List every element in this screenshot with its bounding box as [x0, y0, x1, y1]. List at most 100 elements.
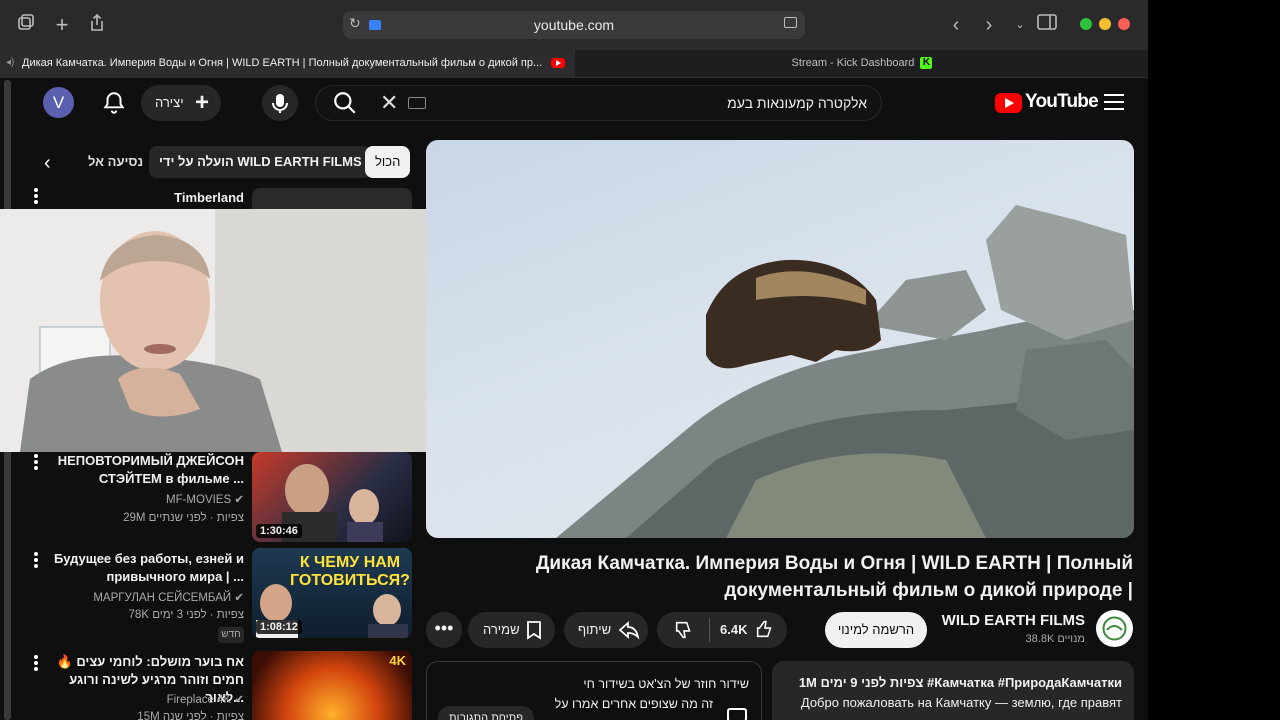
save-label: שמירה [483, 622, 520, 637]
channel-name: MF-MOVIES [165, 494, 232, 506]
share-icon[interactable] [85, 13, 109, 37]
verified-icon: ✔ [234, 494, 244, 506]
kick-favicon-icon: K [920, 57, 933, 70]
streamer-webcam-image [0, 209, 431, 452]
like-dislike-group: 6.4K [657, 612, 787, 648]
channel-name: Fireplace 4K [166, 694, 232, 706]
new-tab-icon[interactable]: + [50, 13, 74, 37]
video-duration: 1:08:12 [256, 620, 302, 634]
tab-kick-label: Stream - Kick Dashboard [791, 57, 915, 69]
chips-scroll-left-icon[interactable]: ‹ [44, 152, 51, 175]
search-input[interactable]: אלקטרה קמעונאות בעמ [727, 95, 867, 111]
browser-toolbar: + ↻ youtube.com ‹ › ⌄ [0, 0, 1148, 50]
create-button[interactable]: יצירה + [141, 85, 221, 121]
chip-travel[interactable]: נסיעה אל [78, 146, 153, 178]
tab-kick[interactable]: Stream - Kick Dashboard K [576, 50, 1148, 78]
thumbnail-text: 4K [389, 653, 406, 668]
like-icon[interactable] [754, 618, 776, 640]
url-text: youtube.com [533, 17, 615, 33]
recommendation-item[interactable]: К ЧЕМУ НАМ ГОТОВИТЬСЯ? 1:08:12 Будущее б… [20, 548, 412, 643]
youtube-logo-text: YouTube [1025, 91, 1099, 112]
recommendation-channel[interactable]: MF-MOVIES ✔ [44, 492, 244, 506]
search-box[interactable]: ✕ אלקטרה קמעונאות בעמ [315, 85, 882, 121]
youtube-favicon-icon [551, 58, 566, 69]
search-icon[interactable] [332, 90, 358, 116]
microphone-icon [272, 94, 288, 113]
account-avatar[interactable]: V [43, 87, 74, 118]
minimize-button[interactable] [1099, 18, 1111, 30]
address-bar[interactable]: ↻ youtube.com [343, 11, 805, 39]
description-box[interactable]: 1M צפיות לפני 9 ימים #Камчатка #ПриродаК… [772, 661, 1134, 720]
plus-icon: + [194, 89, 209, 116]
channel-name: МАРГУЛАН СЕЙСЕМБАЙ [93, 592, 232, 604]
tab-bar: ◂) Дикая Камчатка. Империя Воды и Огня |… [0, 50, 1148, 78]
chevron-down-icon[interactable]: ⌄ [1008, 13, 1032, 37]
browser-window: + ↻ youtube.com ‹ › ⌄ ◂) Дикая Камчатка.… [0, 0, 1148, 720]
forward-icon[interactable]: › [977, 13, 1001, 37]
recommendation-item[interactable]: 1:30:46 НЕПОВТОРИМЫЙ ДЖЕЙСОН СТЭЙТЕМ в ф… [20, 452, 412, 542]
more-options-icon[interactable] [34, 552, 40, 570]
webcam-overlay [0, 209, 431, 452]
keyboard-icon[interactable] [408, 97, 426, 109]
notifications-bell-icon[interactable] [101, 90, 127, 116]
back-icon[interactable]: ‹ [944, 13, 968, 37]
description-text: Добро пожаловать на Камчатку — землю, гд… [800, 695, 1122, 710]
channel-name[interactable]: WILD EARTH FILMS [940, 612, 1085, 629]
recommendation-channel[interactable]: Fireplace 4K ✔ [44, 692, 244, 706]
more-actions-icon[interactable]: ••• [426, 612, 462, 648]
recommendation-title[interactable]: Будущее без работы, езней и привычного м… [44, 550, 244, 586]
recommendation-meta: 15M צפיות · לפני שנה [137, 711, 244, 720]
like-count[interactable]: 6.4K [720, 612, 747, 648]
save-button[interactable]: שמירה [468, 612, 555, 648]
video-thumbnail[interactable]: К ЧЕМУ НАМ ГОТОВИТЬСЯ? 1:08:12 [252, 548, 412, 638]
share-label: שיתוף [578, 622, 612, 637]
channel-avatar[interactable] [1096, 610, 1133, 647]
new-badge: חדש [218, 627, 244, 643]
verified-icon: ✔ [234, 592, 244, 604]
subscribe-button[interactable]: הרשמה למינוי [825, 612, 927, 648]
chat-title: שידור חוזר של הצ'אט בשידור חי [583, 677, 749, 691]
bookmark-icon [527, 621, 541, 640]
youtube-play-icon [995, 93, 1022, 113]
more-options-icon[interactable] [34, 188, 40, 206]
open-chat-button[interactable]: פתיחת התגובות [438, 706, 534, 720]
chip-uploaded-by[interactable]: הועלה על ידי WILD EARTH FILMS [149, 146, 372, 178]
video-frame [556, 205, 1134, 538]
speaker-icon[interactable]: ◂) [6, 50, 14, 76]
sidebar-toggle-icon[interactable] [1035, 13, 1059, 37]
desktop-background [1148, 0, 1280, 720]
tab-youtube[interactable]: ◂) Дикая Камчатка. Империя Воды и Огня |… [0, 50, 575, 78]
verified-icon: ✔ [234, 694, 244, 706]
share-button[interactable]: שיתוף [564, 612, 648, 648]
reader-icon[interactable] [784, 17, 797, 28]
chat-icon [727, 708, 747, 720]
video-thumbnail[interactable]: 4K [252, 651, 412, 720]
video-title: Дикая Камчатка. Империя Воды и Огня | WI… [535, 553, 1133, 601]
recommendation-meta: 78K צפיות · לפני 3 ימים [128, 609, 244, 621]
chip-all[interactable]: הכול [365, 146, 411, 178]
recommendation-item[interactable]: 4K 🔥 אח בוער מושלם: לוחמי עצים חמים וזוה… [20, 651, 412, 720]
video-thumbnail[interactable]: 1:30:46 [252, 452, 412, 542]
hamburger-menu-icon[interactable] [1104, 94, 1124, 110]
clear-search-icon[interactable]: ✕ [380, 90, 398, 116]
subscriber-count: 38.8K מנויים [1025, 633, 1085, 645]
close-button[interactable] [1118, 18, 1130, 30]
voice-search-button[interactable] [262, 85, 298, 121]
recommendation-title[interactable]: Timberland [44, 189, 244, 207]
description-stats: 1M צפיות לפני 9 ימים #Камчатка #ПриродаК… [798, 675, 1122, 690]
tab-youtube-label: Дикая Камчатка. Империя Воды и Огня | WI… [22, 57, 543, 69]
recommendation-channel[interactable]: МАРГУЛАН СЕЙСЕМБАЙ ✔ [44, 590, 244, 604]
channel-logo-icon [1102, 616, 1127, 641]
video-duration: 1:30:46 [256, 524, 302, 538]
recommendation-meta: 29M צפיות · לפני שנתיים [123, 512, 244, 524]
recommendation-title[interactable]: НЕПОВТОРИМЫЙ ДЖЕЙСОН СТЭЙТЕМ в фильме ..… [44, 452, 244, 488]
more-options-icon[interactable] [34, 655, 40, 673]
tab-overview-icon[interactable] [14, 13, 38, 37]
create-label: יצירה [155, 95, 184, 110]
divider [709, 618, 710, 642]
more-options-icon[interactable] [34, 454, 40, 472]
video-player[interactable] [426, 140, 1134, 538]
share-arrow-icon [618, 621, 640, 640]
zoom-button[interactable] [1080, 18, 1092, 30]
dislike-icon[interactable] [673, 619, 695, 641]
